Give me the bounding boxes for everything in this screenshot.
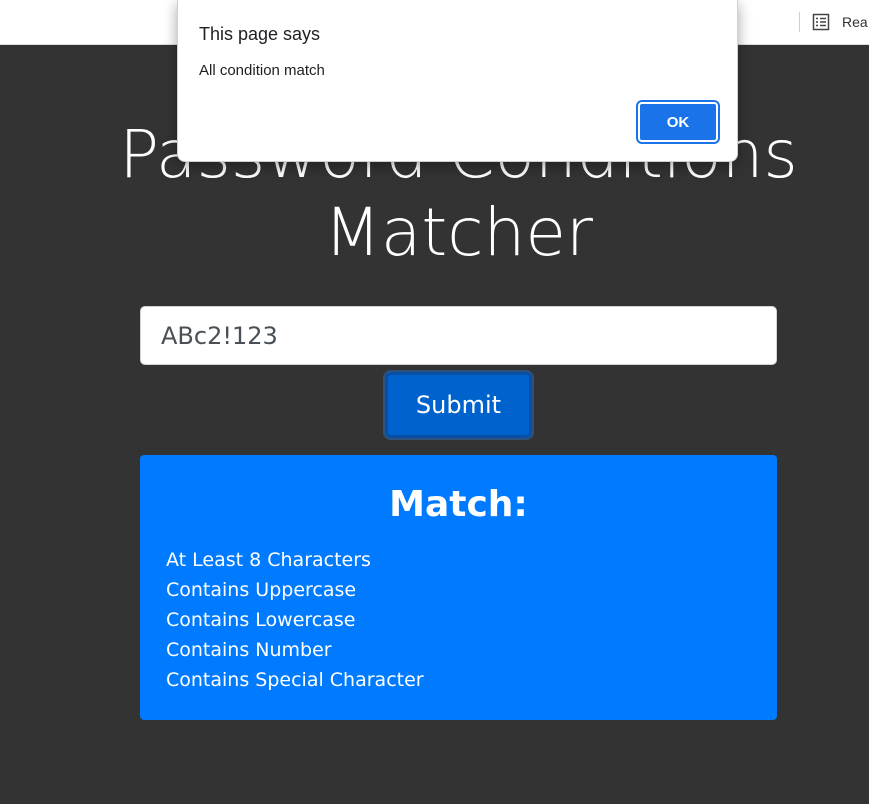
alert-dialog: This page says All condition match OK [177,0,738,162]
toolbar-divider [799,12,800,32]
dialog-message: All condition match [199,62,325,79]
condition-item: Contains Lowercase [166,609,356,631]
page-title-line-2: Matcher [323,194,594,271]
password-input[interactable] [140,306,777,365]
ok-button[interactable]: OK [636,100,720,144]
result-heading: Match: [389,484,528,525]
reader-mode-label: Rea [842,14,868,30]
condition-item: Contains Number [166,639,332,661]
dialog-title: This page says [199,24,321,44]
reader-mode-icon [812,13,830,31]
condition-item: At Least 8 Characters [166,549,371,571]
condition-list: At Least 8 Characters Contains Uppercase… [166,545,751,695]
page: Rea Password Conditions Matcher Submit M… [0,0,869,804]
condition-item: Contains Uppercase [166,579,357,601]
match-result-card: Match: At Least 8 Characters Contains Up… [140,455,777,720]
reader-mode-button[interactable]: Rea [812,10,868,34]
condition-item: Contains Special Character [166,669,424,691]
submit-button[interactable]: Submit [385,372,532,438]
